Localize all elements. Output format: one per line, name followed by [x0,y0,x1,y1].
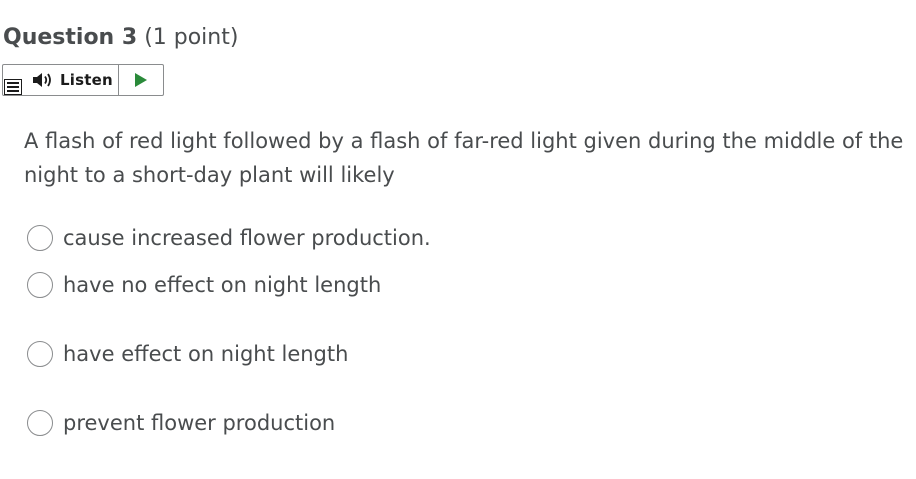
radio-button[interactable] [27,272,53,298]
answer-option-4[interactable]: prevent flower production [27,409,335,437]
menu-icon[interactable] [4,79,22,95]
answer-option-label[interactable]: have no effect on night length [63,271,381,299]
question-points: (1 point) [144,25,239,50]
listen-widget: Listen [2,64,164,96]
answer-option-label[interactable]: have effect on night length [63,340,348,368]
answer-option-label[interactable]: prevent flower production [63,409,335,437]
question-prompt: A flash of red light followed by a flash… [24,129,904,187]
speaker-icon [33,73,51,87]
question-number: Question 3 [3,25,138,50]
listen-label: Listen [60,71,113,89]
answer-option-2[interactable]: have no effect on night length [27,271,381,299]
question-header: Question 3 (1 point) [3,24,238,52]
radio-button[interactable] [27,410,53,436]
answer-option-1[interactable]: cause increased flower production. [27,224,431,252]
play-button[interactable] [119,65,163,95]
quiz-page: Question 3 (1 point) Listen A flash of r… [0,0,916,479]
answer-option-3[interactable]: have effect on night length [27,340,348,368]
play-icon [135,73,147,87]
radio-button[interactable] [27,341,53,367]
radio-button[interactable] [27,225,53,251]
answer-option-label[interactable]: cause increased flower production. [63,224,431,252]
